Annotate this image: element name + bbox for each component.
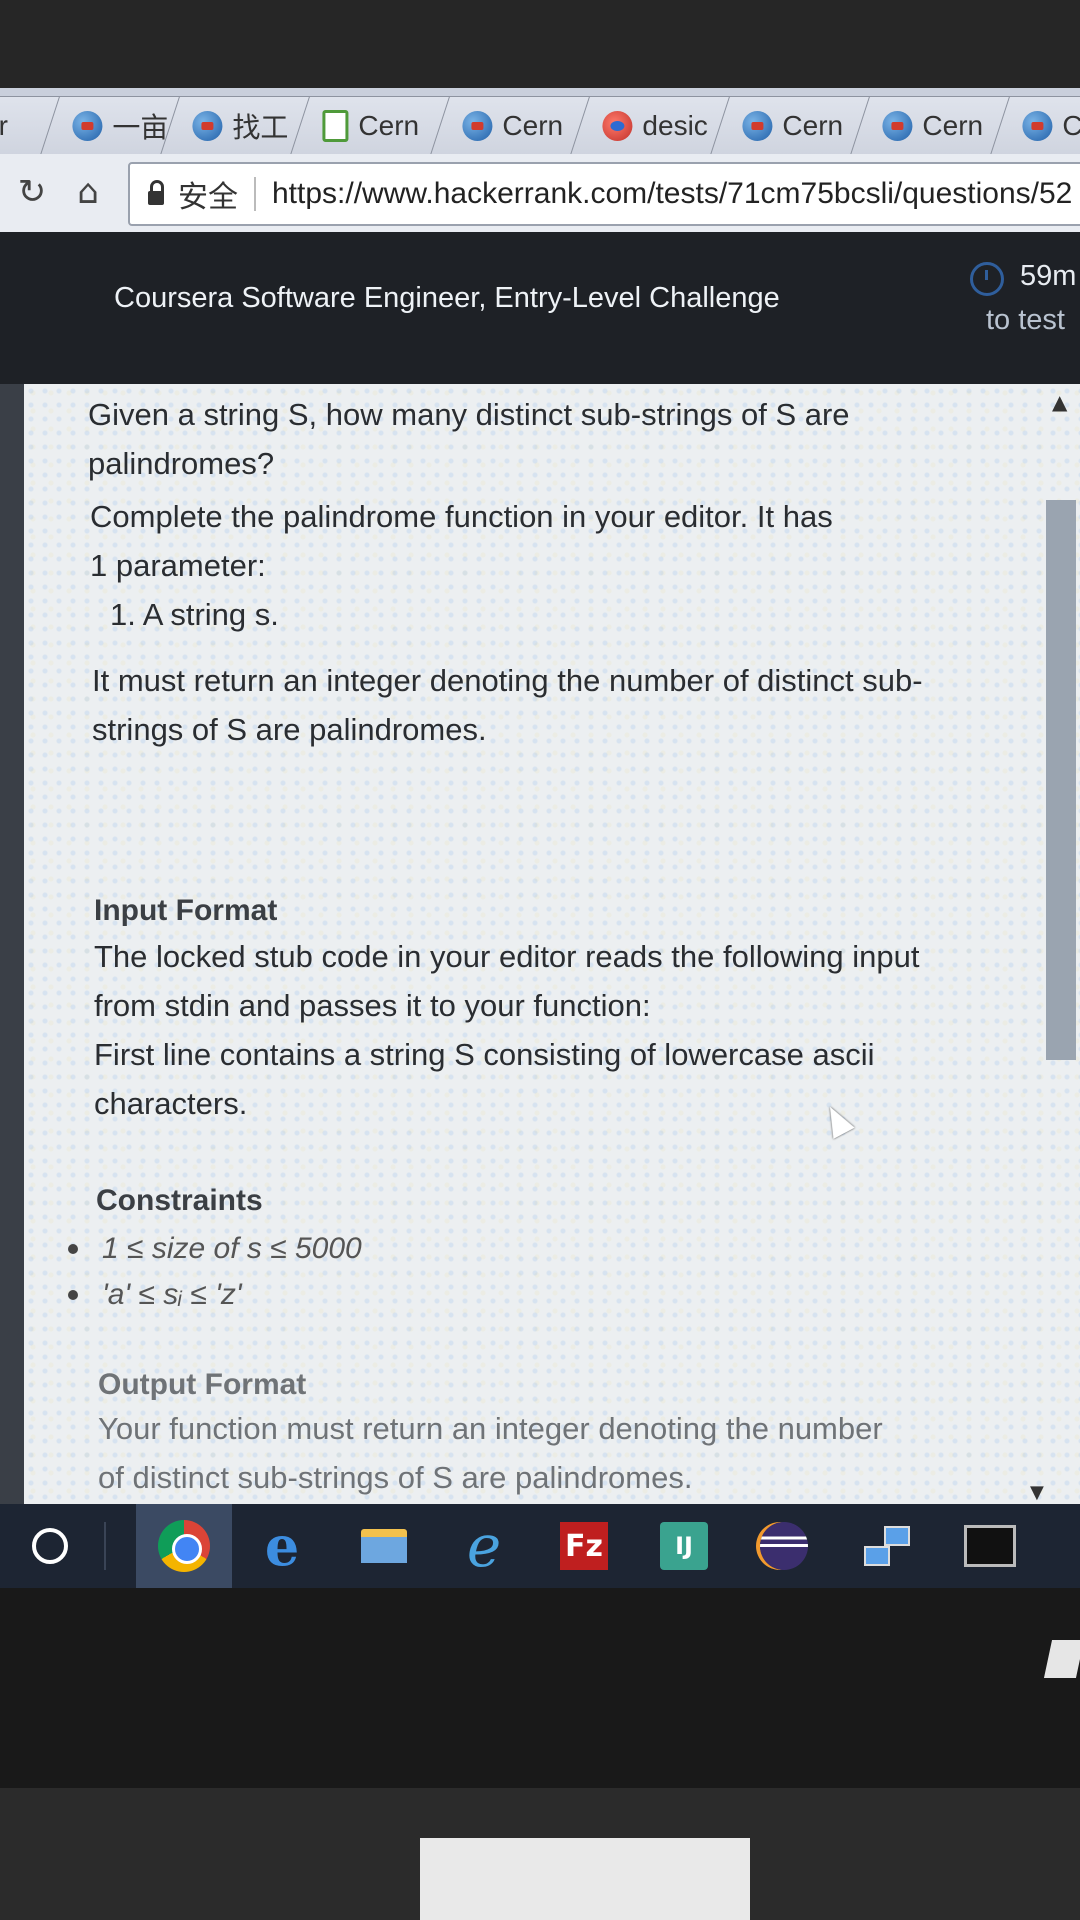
browser-toolbar: ↻ ⌂ 安全 https://www.hackerrank.com/tests/… — [0, 154, 1080, 232]
lock-icon — [148, 180, 164, 205]
monitor-bezel-bottom — [0, 1588, 1080, 1920]
scrollbar-thumb[interactable] — [1046, 500, 1076, 1060]
text-line: strings of S are palindromes. — [92, 712, 487, 747]
left-panel-edge — [0, 384, 24, 1504]
timer-caption: to test — [986, 304, 1065, 336]
section-heading-constraints: Constraints — [96, 1184, 263, 1217]
windows-taskbar: e e Fz IJ — [0, 1504, 1080, 1588]
reload-icon[interactable]: ↻ — [10, 170, 54, 214]
laptop-logo — [1043, 1640, 1080, 1678]
text-line: palindromes? — [88, 446, 275, 481]
tab-label: 一亩 — [112, 112, 169, 143]
taskbar-divider — [104, 1522, 106, 1570]
network-icon[interactable] — [858, 1518, 914, 1574]
text-line: 1. A string s. — [110, 597, 279, 632]
browser-tab[interactable]: Ce — [990, 96, 1080, 154]
jetbrains-label: IJ — [660, 1522, 708, 1570]
clock-icon — [970, 262, 1004, 296]
text-line: 1 parameter: — [90, 548, 266, 583]
text-line: The locked stub code in your editor read… — [94, 939, 920, 974]
test-header: Coursera Software Engineer, Entry-Level … — [0, 232, 1080, 384]
browser-tab[interactable]: Cern — [430, 96, 592, 154]
browser-tab-strip: ir 一亩 找工 Cern Cern desic Cern Cern Ce — [0, 88, 1080, 154]
site-icon — [192, 111, 223, 141]
eclipse-icon[interactable] — [756, 1518, 812, 1574]
input-format-text: The locked stub code in your editor read… — [94, 932, 1024, 1128]
browser-tab[interactable]: Cern — [290, 96, 452, 154]
cortana-icon[interactable] — [22, 1518, 78, 1574]
tab-label: Cern — [502, 110, 564, 141]
section-heading-input-format: Input Format — [94, 894, 278, 927]
tab-label: ir — [0, 110, 8, 141]
browser-tab[interactable]: Cern — [710, 96, 872, 154]
address-bar[interactable]: 安全 https://www.hackerrank.com/tests/71cm… — [128, 162, 1080, 226]
constraint-item: 'a' ≤ sᵢ ≤ 'z' — [68, 1278, 242, 1312]
site-icon — [882, 111, 913, 141]
tab-label: 找工 — [232, 112, 289, 143]
jetbrains-icon[interactable]: IJ — [656, 1518, 712, 1574]
filezilla-icon[interactable]: Fz — [556, 1518, 612, 1574]
divider — [254, 177, 256, 211]
constraint-text: 1 ≤ size of s ≤ 5000 — [102, 1232, 362, 1265]
timer-value: 59m — [1020, 260, 1077, 292]
monitor-bezel-top — [0, 0, 1080, 92]
problem-paragraph: Complete the palindrome function in your… — [90, 492, 1020, 639]
browser-tab[interactable]: 一亩 — [40, 96, 182, 154]
chrome-taskbar-button[interactable] — [136, 1504, 232, 1588]
text-line: Your function must return an integer den… — [98, 1411, 883, 1446]
browser-tab[interactable]: Cern — [850, 96, 1012, 154]
bullet-icon — [68, 1244, 78, 1254]
browser-tab[interactable]: desic — [570, 96, 732, 154]
browser-tab[interactable]: 找工 — [160, 96, 312, 154]
problem-paragraph: It must return an integer denoting the n… — [92, 656, 1022, 754]
problem-paragraph: Given a string S, how many distinct sub-… — [88, 390, 1018, 488]
text-line: from stdin and passes it to your functio… — [94, 988, 651, 1023]
site-icon — [1022, 111, 1053, 141]
tab-label: Cern — [922, 110, 984, 141]
tab-label: Ce — [1062, 110, 1080, 141]
site-icon — [462, 111, 493, 141]
constraint-text: 'a' ≤ sᵢ ≤ 'z' — [102, 1278, 242, 1311]
text-line: of distinct sub-strings of S are palindr… — [98, 1460, 693, 1495]
scroll-down-icon[interactable]: ▼ — [1030, 1482, 1044, 1503]
output-format-text: Your function must return an integer den… — [98, 1404, 1028, 1502]
edge-icon[interactable]: e — [254, 1514, 310, 1578]
filezilla-label: Fz — [560, 1522, 608, 1570]
constraint-item: 1 ≤ size of s ≤ 5000 — [68, 1232, 362, 1266]
home-icon[interactable]: ⌂ — [66, 170, 110, 214]
sync-icon — [602, 111, 633, 141]
text-line: First line contains a string S consistin… — [94, 1037, 875, 1072]
tab-label: Cern — [782, 110, 844, 141]
text-line: Complete the palindrome function in your… — [90, 499, 833, 534]
command-prompt-icon[interactable] — [962, 1518, 1018, 1574]
doc-icon — [322, 110, 349, 142]
tab-label: Cern — [358, 110, 420, 141]
site-icon — [72, 111, 103, 141]
scroll-up-icon[interactable]: ▲ — [1052, 390, 1067, 414]
desk-reflection — [420, 1838, 750, 1920]
test-title: Coursera Software Engineer, Entry-Level … — [114, 282, 780, 314]
problem-statement: Given a string S, how many distinct sub-… — [24, 384, 1080, 1504]
site-icon — [742, 111, 773, 141]
internet-explorer-icon[interactable]: e — [456, 1512, 512, 1580]
chrome-icon — [158, 1520, 210, 1572]
text-line: characters. — [94, 1086, 248, 1121]
tab-label: desic — [642, 110, 708, 141]
secure-label: 安全 — [178, 181, 238, 214]
file-explorer-icon[interactable] — [356, 1518, 412, 1574]
url-text[interactable]: https://www.hackerrank.com/tests/71cm75b… — [272, 177, 1072, 211]
text-line: It must return an integer denoting the n… — [92, 663, 923, 698]
bullet-icon — [68, 1290, 78, 1300]
text-line: Given a string S, how many distinct sub-… — [88, 397, 850, 432]
section-heading-output-format: Output Format — [98, 1368, 307, 1401]
